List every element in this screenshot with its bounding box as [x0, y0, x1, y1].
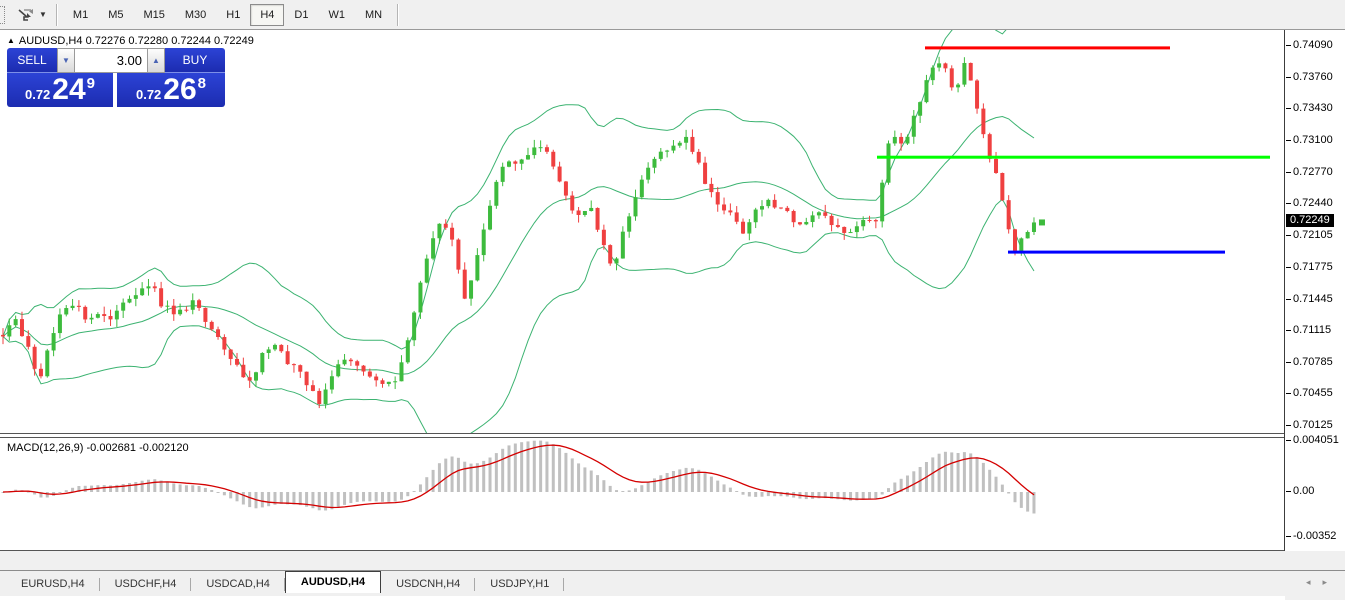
tab-audusd-h4[interactable]: AUDUSD,H4 [285, 571, 381, 594]
support-line-green[interactable] [877, 156, 1270, 159]
sell-price-big: 24 [52, 75, 85, 105]
chart-window: ▲AUDUSD,H4 0.72276 0.72280 0.72244 0.722… [0, 30, 1345, 551]
macd-value: -0.002681 [86, 442, 136, 454]
timeframe-mn[interactable]: MN [355, 4, 392, 26]
chart-symbol: AUDUSD,H4 [19, 35, 83, 47]
price-axis-label: 0.71445 [1293, 293, 1333, 305]
sell-price-sup: 9 [87, 75, 95, 92]
tab-usdcnh-h4[interactable]: USDCNH,H4 [381, 575, 475, 594]
tab-usdcad-h4[interactable]: USDCAD,H4 [191, 575, 285, 594]
macd-signal-value: -0.002120 [139, 442, 189, 454]
price-axis-label: 0.71115 [1293, 324, 1331, 336]
buy-price-big: 26 [163, 75, 196, 105]
price-axis-label: 0.70785 [1293, 356, 1333, 368]
ohlc-low: 0.72244 [171, 35, 211, 47]
volume-decrease-button[interactable]: ▼ [57, 48, 75, 73]
tab-usdchf-h4[interactable]: USDCHF,H4 [100, 575, 192, 594]
timeframe-h1[interactable]: H1 [216, 4, 250, 26]
price-axis-label: 0.72440 [1293, 197, 1333, 209]
clipped-toolbar-icon [0, 6, 5, 24]
ohlc-close: 0.72249 [214, 35, 254, 47]
tab-scroll-left-icon[interactable]: ◂ [1306, 577, 1323, 587]
price-axis-label: 0.71775 [1293, 261, 1333, 273]
sync-arrows-icon[interactable] [15, 7, 37, 23]
timeframe-d1[interactable]: D1 [284, 4, 318, 26]
chart-tabs: EURUSD,H4USDCHF,H4USDCAD,H4AUDUSD,H4USDC… [6, 571, 564, 594]
sell-button[interactable]: SELL [7, 48, 57, 73]
support-line-blue[interactable] [1008, 251, 1225, 254]
macd-name: MACD(12,26,9) [7, 442, 83, 454]
chevron-down-icon[interactable]: ▼ [39, 10, 47, 19]
macd-indicator-label: MACD(12,26,9) -0.002681 -0.002120 [7, 442, 189, 454]
sell-price-prefix: 0.72 [25, 87, 50, 102]
buy-price-sup: 8 [198, 75, 206, 92]
price-axis-label: 0.73100 [1293, 134, 1333, 146]
timeframe-w1[interactable]: W1 [318, 4, 355, 26]
timeframe-m15[interactable]: M15 [133, 4, 174, 26]
toolbar-separator [56, 4, 58, 26]
tab-usdjpy-h1[interactable]: USDJPY,H1 [475, 575, 564, 594]
current-bar-marker [1039, 219, 1045, 225]
ohlc-open: 0.72276 [86, 35, 126, 47]
chart-ohlc-title: ▲ AUDUSD,H4 0.72276 0.72280 0.72244 0.722… [7, 35, 254, 47]
price-axis-label: 0.70125 [1293, 419, 1333, 431]
toolbar-separator [397, 4, 399, 26]
panel-collapse-arrow-icon[interactable]: ▲ [7, 36, 15, 45]
current-price-label: 0.72249 [1286, 214, 1334, 227]
price-axis-label: 0.70455 [1293, 387, 1333, 399]
macd-axis-label: 0.004051 [1293, 434, 1339, 446]
ohlc-high: 0.72280 [128, 35, 168, 47]
chart-tab-bar: EURUSD,H4USDCHF,H4USDCAD,H4AUDUSD,H4USDC… [0, 570, 1345, 594]
buy-button[interactable]: BUY [165, 48, 225, 73]
price-axis-label: 0.72105 [1293, 229, 1333, 241]
buy-price-display[interactable]: 0.72 26 8 [117, 73, 225, 107]
tab-scroll-right-icon[interactable]: ▸ [1322, 577, 1339, 587]
macd-axis-label: 0.00 [1293, 485, 1314, 497]
macd-axis-label: -0.00352 [1293, 530, 1336, 542]
timeframe-m1[interactable]: M1 [63, 4, 98, 26]
main-toolbar: ▼ M1M5M15M30H1H4D1W1MN [0, 0, 1345, 30]
buy-price-prefix: 0.72 [136, 87, 161, 102]
price-axis-label: 0.74090 [1293, 39, 1333, 51]
timeframe-buttons: M1M5M15M30H1H4D1W1MN [63, 4, 392, 26]
volume-input[interactable]: 3.00 [75, 48, 147, 73]
tab-eurusd-h4[interactable]: EURUSD,H4 [6, 575, 100, 594]
price-axis-label: 0.72770 [1293, 166, 1333, 178]
timeframe-m5[interactable]: M5 [98, 4, 133, 26]
timeframe-h4[interactable]: H4 [250, 4, 284, 26]
price-chart-canvas[interactable] [0, 30, 1285, 551]
tab-scroll-arrows: ◂▸ [1306, 577, 1339, 588]
price-axis-label: 0.73430 [1293, 102, 1333, 114]
one-click-trading-panel: SELL ▼ 3.00 ▲ BUY 0.72 24 9 0.72 26 8 [7, 48, 225, 107]
timeframe-m30[interactable]: M30 [175, 4, 216, 26]
volume-increase-button[interactable]: ▲ [147, 48, 165, 73]
price-axis-label: 0.73760 [1293, 71, 1333, 83]
sell-price-display[interactable]: 0.72 24 9 [7, 73, 113, 107]
price-axis: 0.74090 0.73760 0.73430 0.73100 0.72770 0.724… [1286, 30, 1345, 551]
resistance-line[interactable] [925, 46, 1170, 49]
